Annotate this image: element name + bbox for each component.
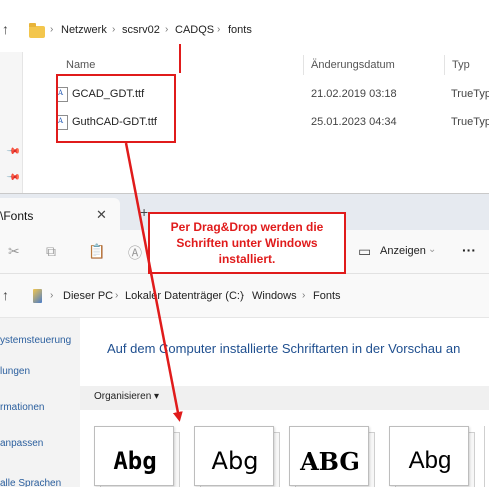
- fonts-folder-icon: [33, 289, 42, 303]
- folder-icon: [29, 23, 45, 38]
- address-bar[interactable]: ↑ › Dieser PC › Lokaler Datenträger (C:)…: [0, 274, 489, 318]
- font-page-front: Abg: [94, 426, 174, 486]
- breadcrumb-scsrv02[interactable]: scsrv02: [122, 24, 160, 36]
- cut-icon[interactable]: ✂: [8, 243, 20, 260]
- breadcrumb-dieser-pc[interactable]: Dieser PC: [63, 290, 113, 302]
- nav-link-anpassen[interactable]: anpassen: [0, 438, 43, 449]
- tab-fonts[interactable]: \Fonts ✕: [0, 198, 120, 230]
- nav-link-systemsteuerung[interactable]: ystemsteuerung: [0, 335, 71, 346]
- nav-link-einstellungen[interactable]: lungen: [0, 366, 30, 377]
- view-icon[interactable]: ▭: [358, 243, 371, 260]
- paste-icon[interactable]: 📋: [88, 243, 105, 260]
- fonts-content-pane: Auf dem Computer installierte Schriftart…: [80, 318, 489, 487]
- control-panel-nav: ystemsteuerung lungen rmationen anpassen…: [0, 318, 80, 487]
- chevron-right-icon: ›: [217, 24, 221, 35]
- chevron-right-icon: ›: [112, 24, 116, 35]
- font-tile[interactable]: ABG: [289, 426, 375, 487]
- rename-icon[interactable]: Ⓐ: [128, 243, 142, 263]
- font-sample: ABG: [300, 447, 360, 476]
- new-tab-icon[interactable]: +: [140, 204, 148, 220]
- font-tile[interactable]: Abg: [389, 426, 475, 487]
- chevron-right-icon: ›: [302, 290, 306, 301]
- font-sample: Abg: [113, 447, 157, 475]
- column-divider[interactable]: [303, 55, 304, 75]
- nav-link-alle-sprachen[interactable]: alle Sprachen: [0, 478, 61, 487]
- breadcrumb-cadqs[interactable]: CADQS: [175, 24, 214, 36]
- font-sample: Abg: [211, 447, 259, 475]
- font-sample: Abg: [408, 447, 452, 474]
- up-arrow-icon[interactable]: ↑: [2, 287, 9, 303]
- chevron-down-icon[interactable]: ⌄: [428, 244, 436, 255]
- organize-bar: Organisieren ▾: [80, 386, 489, 410]
- nav-link-informationen[interactable]: rmationen: [0, 402, 44, 413]
- drag-drop-callout: Per Drag&Drop werden die Schriften unter…: [148, 212, 346, 274]
- callout-text: Per Drag&Drop werden die Schriften unter…: [170, 220, 324, 266]
- breadcrumb-drive-c[interactable]: Lokaler Datenträger (C:): [125, 290, 244, 302]
- tab-title: \Fonts: [0, 209, 34, 223]
- file-selection-highlight: [56, 74, 176, 143]
- column-header-modified[interactable]: Änderungsdatum: [311, 59, 395, 71]
- breadcrumb-fonts[interactable]: Fonts: [313, 290, 341, 302]
- chevron-right-icon: ›: [241, 290, 245, 301]
- column-header-type[interactable]: Typ: [452, 59, 470, 71]
- breadcrumb-netzwerk[interactable]: Netzwerk: [61, 24, 107, 36]
- highlight-connector: [179, 44, 181, 73]
- font-tile-partial[interactable]: [484, 426, 489, 487]
- breadcrumb-fonts[interactable]: fonts: [228, 24, 252, 36]
- chevron-right-icon: ›: [115, 290, 119, 301]
- file-modified: 25.01.2023 04:34: [311, 116, 397, 128]
- close-icon[interactable]: ✕: [96, 207, 107, 223]
- column-header-name[interactable]: Name: [66, 59, 95, 71]
- divider: [22, 52, 23, 200]
- file-type: TrueType: [451, 116, 489, 128]
- font-page-front: Abg: [389, 426, 469, 486]
- file-modified: 21.02.2019 03:18: [311, 88, 397, 100]
- column-divider[interactable]: [444, 55, 445, 75]
- organize-button[interactable]: Organisieren ▾: [94, 391, 159, 402]
- font-page-front: Abg: [194, 426, 274, 486]
- file-type: TrueType: [451, 88, 489, 100]
- copy-icon[interactable]: ⧉: [46, 243, 56, 260]
- chevron-right-icon: ›: [50, 290, 54, 301]
- up-arrow-icon[interactable]: ↑: [2, 21, 9, 37]
- font-tile[interactable]: Abg: [94, 426, 180, 487]
- chevron-right-icon: ›: [165, 24, 169, 35]
- font-page-front: ABG: [289, 426, 369, 486]
- chevron-right-icon: ›: [50, 24, 54, 35]
- address-bar[interactable]: ↑ › Netzwerk › scsrv02 › CADQS › fonts: [0, 17, 489, 43]
- page-title: Auf dem Computer installierte Schriftart…: [107, 341, 461, 356]
- font-tile[interactable]: Abg: [194, 426, 280, 487]
- view-button[interactable]: Anzeigen: [380, 245, 426, 257]
- breadcrumb-windows[interactable]: Windows: [252, 290, 297, 302]
- more-options-button[interactable]: ···: [462, 242, 476, 258]
